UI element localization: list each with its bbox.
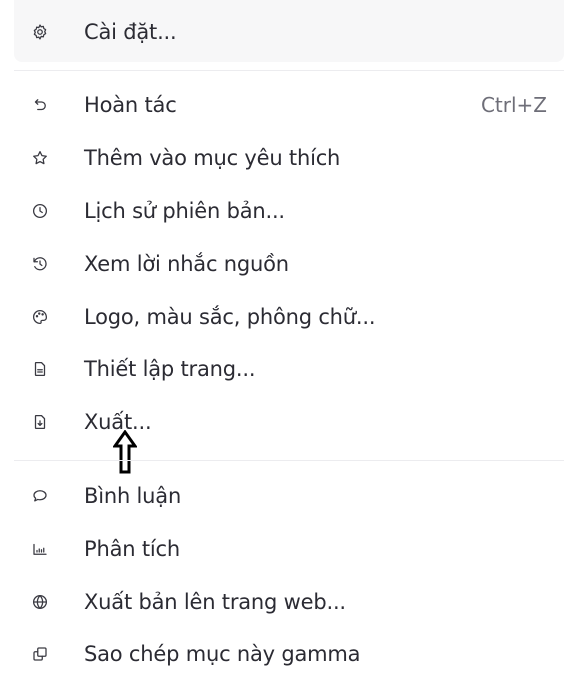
history-arrow-icon <box>29 253 51 275</box>
menu-item-undo[interactable]: Hoàn tác Ctrl+Z <box>0 85 571 125</box>
menu-item-label: Xuất bản lên trang web... <box>84 590 346 614</box>
menu-item-label: Phân tích <box>84 537 180 561</box>
menu-item-source-prompt[interactable]: Xem lời nhắc nguồn <box>0 244 571 284</box>
divider <box>14 70 564 71</box>
menu-item-label: Sao chép mục này gamma <box>84 642 361 666</box>
menu-item-label: Cài đặt... <box>84 20 177 44</box>
menu-item-label: Xem lời nhắc nguồn <box>84 252 289 276</box>
menu-item-label: Hoàn tác <box>84 93 177 117</box>
menu-item-version-history[interactable]: Lịch sử phiên bản... <box>0 191 571 231</box>
divider <box>14 460 564 461</box>
undo-icon <box>29 94 51 116</box>
clock-icon <box>29 200 51 222</box>
menu-item-label: Thêm vào mục yêu thích <box>84 146 341 170</box>
menu-item-export[interactable]: Xuất... <box>0 402 571 442</box>
menu-item-label: Logo, màu sắc, phông chữ... <box>84 305 376 329</box>
document-icon <box>29 358 51 380</box>
menu-item-publish[interactable]: Xuất bản lên trang web... <box>0 582 571 622</box>
menu-item-analytics[interactable]: Phân tích <box>0 529 571 569</box>
palette-icon <box>29 306 51 328</box>
menu-item-settings[interactable]: Cài đặt... <box>0 12 571 52</box>
pointer-arrow-icon <box>113 430 137 474</box>
gear-icon <box>29 21 51 43</box>
globe-icon <box>29 591 51 613</box>
export-document-icon <box>29 411 51 433</box>
copy-icon <box>29 643 51 665</box>
menu-item-comment[interactable]: Bình luận <box>0 476 571 516</box>
star-icon <box>29 147 51 169</box>
menu-item-label: Bình luận <box>84 484 182 508</box>
menu-item-duplicate[interactable]: Sao chép mục này gamma <box>0 634 571 674</box>
comment-icon <box>29 485 51 507</box>
keyboard-shortcut: Ctrl+Z <box>480 93 547 117</box>
menu-item-page-setup[interactable]: Thiết lập trang... <box>0 349 571 389</box>
chart-icon <box>29 538 51 560</box>
menu-item-label: Lịch sử phiên bản... <box>84 199 285 223</box>
menu-item-favorite[interactable]: Thêm vào mục yêu thích <box>0 138 571 178</box>
menu-item-branding[interactable]: Logo, màu sắc, phông chữ... <box>0 297 571 337</box>
menu-item-label: Thiết lập trang... <box>84 357 256 381</box>
